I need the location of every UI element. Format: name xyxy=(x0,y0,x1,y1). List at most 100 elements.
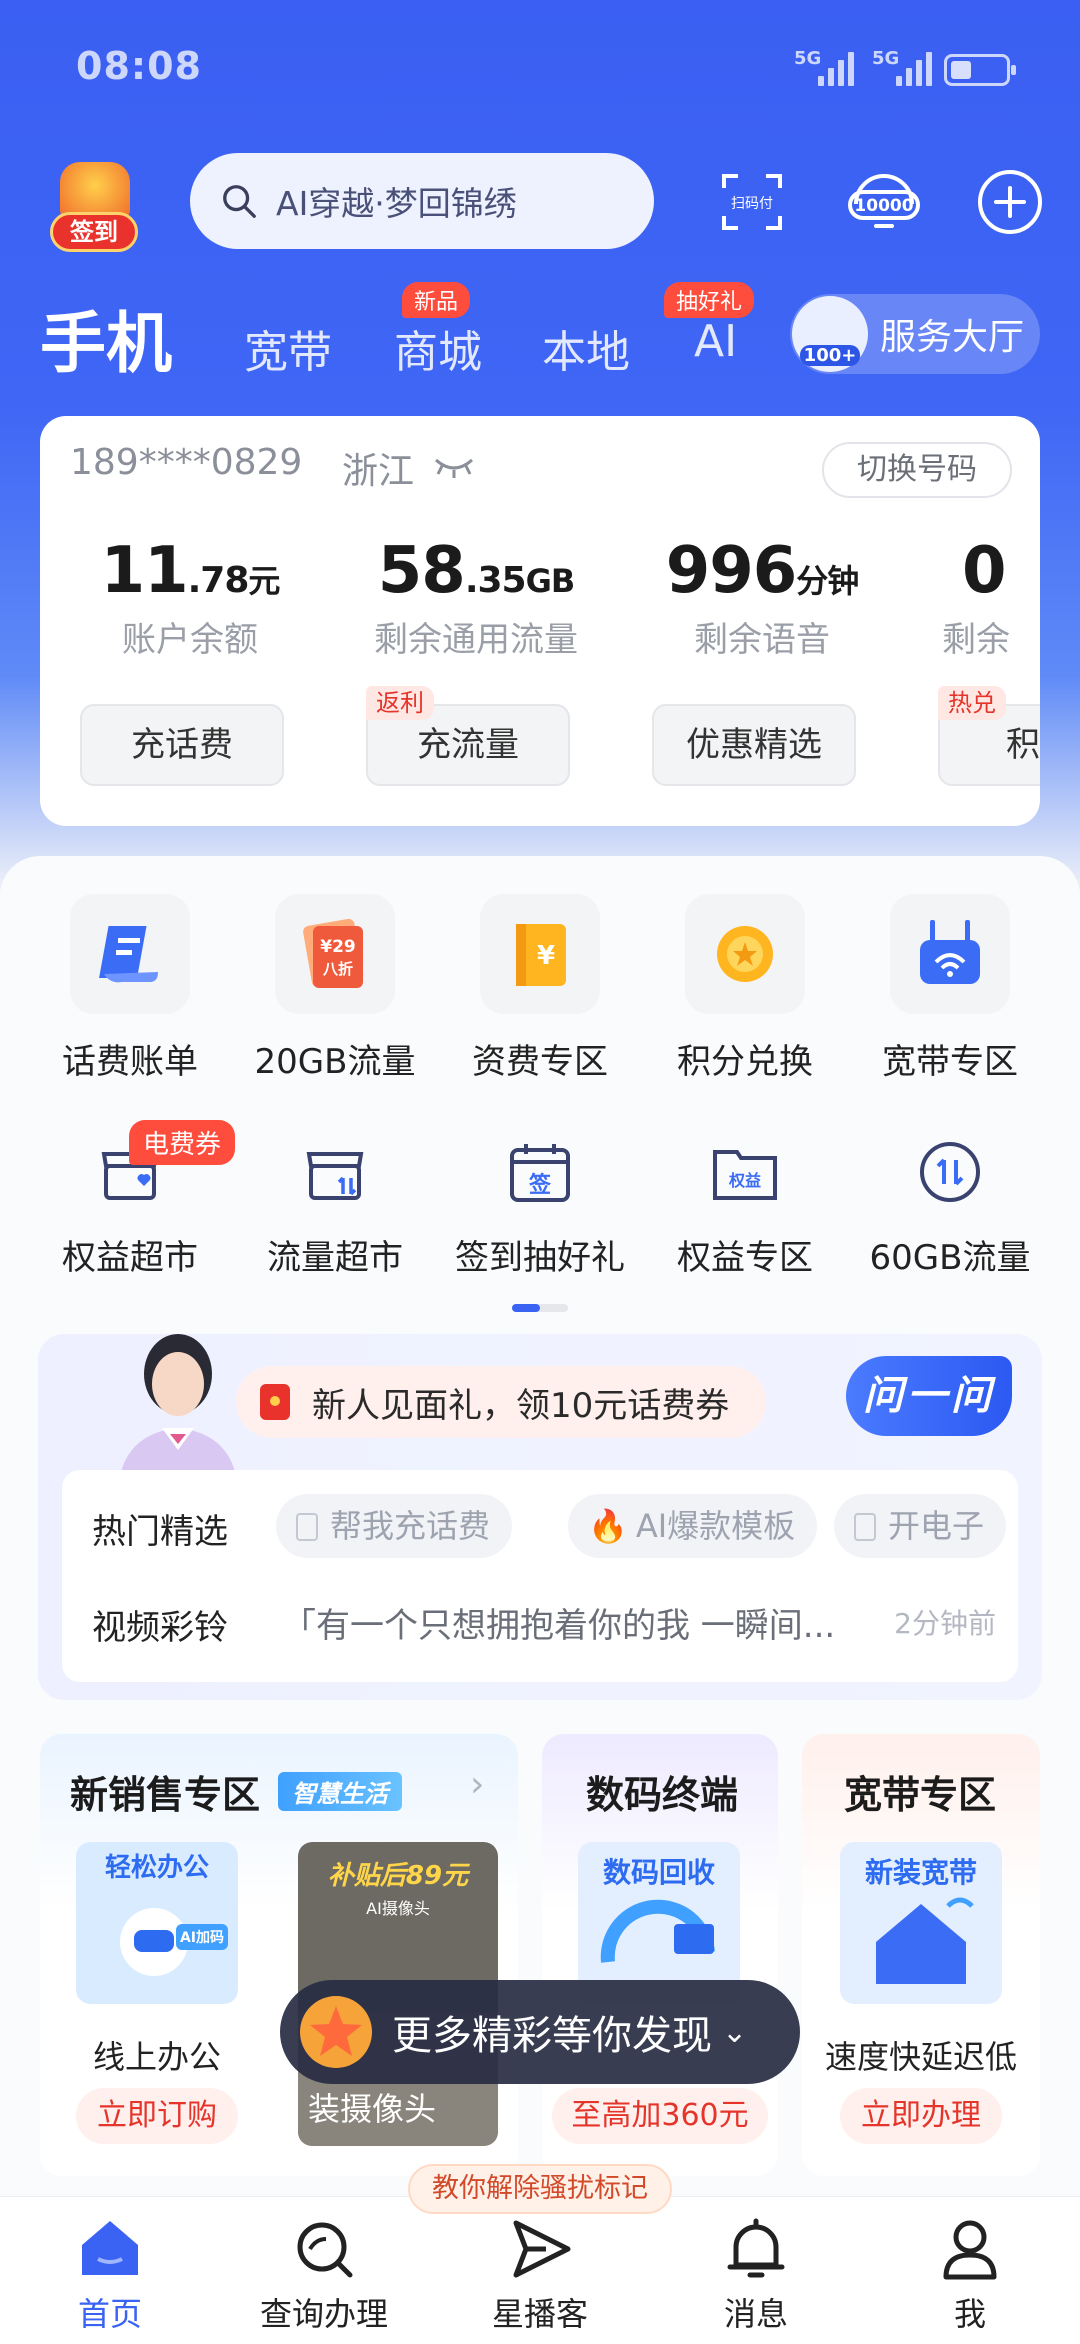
red-envelope-icon xyxy=(260,1384,290,1420)
grid-60gb[interactable]: 60GB流量 xyxy=(845,1136,1055,1279)
flow-arrows-icon xyxy=(920,1142,980,1202)
points-button[interactable]: 热兑积分 xyxy=(938,686,1040,786)
subscribe-button[interactable]: 立即订购 xyxy=(76,2088,238,2144)
ai-assistant-card: 新人见面礼，领10元话费券 问一问 热门精选 帮我充话费 🔥 AI爆款模板 开电子… xyxy=(38,1334,1042,1700)
hot-picks-label: 热门精选 xyxy=(92,1512,228,1552)
grid-bill[interactable]: 话费账单 xyxy=(25,894,235,1083)
svg-text:补贴后89元: 补贴后89元 xyxy=(328,1861,471,1891)
rights-market-badge: 电费券 xyxy=(129,1120,236,1165)
stat-data[interactable]: 58.35GB 剩余通用流量 xyxy=(346,534,606,661)
chevron-right-icon[interactable]: › xyxy=(470,1764,484,1805)
deals-button[interactable]: 优惠精选 xyxy=(652,704,856,786)
account-card: 189****0829 浙江 切换号码 11.78元 账户余额 58.35GB … xyxy=(40,416,1040,826)
tab-starcast[interactable]: 星播客 xyxy=(460,2215,620,2335)
apply-button[interactable]: 立即办理 xyxy=(840,2088,1002,2144)
svg-text:数码回收: 数码回收 xyxy=(603,1856,715,1889)
digital-zone[interactable]: 数码终端 数码回收 至高加360元 xyxy=(542,1734,778,2176)
tab-phone[interactable]: 手机 xyxy=(40,290,172,386)
ai-suggestions: 热门精选 帮我充话费 🔥 AI爆款模板 开电子 视频彩铃 「有一个只想拥抱着你的我… xyxy=(62,1470,1018,1682)
router-icon xyxy=(920,920,980,984)
svg-text:AI加码: AI加码 xyxy=(180,1930,224,1946)
battery-icon xyxy=(944,54,1016,86)
status-time: 08:08 xyxy=(76,44,202,88)
stat-balance[interactable]: 11.78元 账户余额 xyxy=(60,534,320,661)
svg-text:签: 签 xyxy=(528,1172,552,1198)
topup-data-button[interactable]: 返利 充流量 xyxy=(366,686,570,786)
headset-icon: 10000 xyxy=(848,174,920,228)
checkin-label: 签到 xyxy=(50,212,138,252)
grid-rights-market[interactable]: 权益超市 电费券 xyxy=(25,1120,236,1279)
harassment-tip[interactable]: 教你解除骚扰标记 xyxy=(408,2164,672,2214)
tab-me[interactable]: 我 xyxy=(890,2215,1050,2335)
tab-home[interactable]: 首页 xyxy=(30,2215,190,2335)
grid-points[interactable]: 积分兑换 xyxy=(640,894,850,1083)
province: 浙江 xyxy=(342,451,415,492)
tab-ai[interactable]: AI xyxy=(694,316,737,367)
grid-20gb[interactable]: ¥29 八折 20GB流量 xyxy=(230,894,440,1083)
status-bar: 08:08 5G 5G xyxy=(76,40,1016,100)
chip-ai-template[interactable]: 🔥 AI爆款模板 xyxy=(568,1494,818,1558)
ringtone-time: 2分钟前 xyxy=(894,1607,996,1640)
grid-sign-draw[interactable]: 签 签到抽好礼 xyxy=(435,1136,645,1279)
top-nav-tabs: 手机 宽带 商城 新品 本地 AI 抽好礼 100+ 服务大厅 xyxy=(0,280,1080,382)
svg-text:10000: 10000 xyxy=(854,196,913,216)
tab-local[interactable]: 本地 xyxy=(542,316,630,380)
search-bar[interactable]: AI穿越·梦回锦绣 xyxy=(190,153,654,249)
service-hall-icon: 100+ xyxy=(792,296,868,372)
digital-title: 数码终端 xyxy=(586,1773,739,1817)
new-sales-title: 新销售专区 xyxy=(70,1773,261,1817)
add-button[interactable] xyxy=(976,168,1044,236)
broadband-zone[interactable]: 宽带专区 新装宽带 速度快延迟低 立即办理 xyxy=(802,1734,1040,2176)
switch-number-button[interactable]: 切换号码 xyxy=(822,442,1012,498)
signal-1-icon xyxy=(818,50,854,86)
tab-query[interactable]: 查询办理 xyxy=(244,2215,404,2335)
service-hall-button[interactable]: 100+ 服务大厅 xyxy=(790,294,1040,374)
newcomer-promo[interactable]: 新人见面礼，领10元话费券 xyxy=(236,1366,766,1438)
top-bar: 签到 AI穿越·梦回锦绣 扫码付 10000 xyxy=(0,150,1080,260)
stat-remaining[interactable]: 0 剩余 xyxy=(918,534,1040,661)
discount-icon: ¥29 八折 xyxy=(303,918,364,988)
bottom-tab-bar: 首页 查询办理 星播客 消息 我 xyxy=(0,2196,1080,2344)
trade-in-button[interactable]: 至高加360元 xyxy=(552,2088,768,2144)
ringtone-lyric[interactable]: 「有一个只想拥抱着你的我 一瞬间... xyxy=(282,1598,835,1647)
tab-ai-badge: 抽好礼 xyxy=(664,282,755,318)
new-sales-zone[interactable]: 新销售专区 智慧生活 › 轻松办公 AI加码 线上办公 立即订购 补贴后89元 AI… xyxy=(40,1734,518,2176)
chip-open[interactable]: 开电子 xyxy=(834,1494,1007,1558)
chip-topup[interactable]: 帮我充话费 xyxy=(276,1494,513,1558)
grid-broadband[interactable]: 宽带专区 xyxy=(845,894,1055,1083)
paper-plane-icon xyxy=(513,2220,571,2278)
eye-closed-icon[interactable] xyxy=(432,452,476,480)
discover-more-banner[interactable]: 更多精彩等你发现 ⌄ xyxy=(280,1980,800,2084)
service-hall-label: 服务大厅 xyxy=(880,317,1025,358)
scan-pay-button[interactable]: 扫码付 xyxy=(718,168,786,236)
double-chevron-down-icon: ⌄ xyxy=(722,2014,748,2050)
star-icon xyxy=(300,1996,372,2068)
stat-voice[interactable]: 996分钟 剩余语音 xyxy=(632,534,892,661)
new-broadband-image: 新装宽带 xyxy=(840,1842,1002,2004)
store-flow-icon xyxy=(306,1152,364,1200)
bill-icon xyxy=(99,926,158,983)
ask-button[interactable]: 问一问 xyxy=(846,1356,1012,1436)
tab-messages[interactable]: 消息 xyxy=(676,2215,836,2335)
grid-flow-market[interactable]: 流量超市 xyxy=(230,1136,440,1279)
svg-text:¥: ¥ xyxy=(537,941,555,971)
plus-circle-icon xyxy=(978,170,1042,234)
search-query-icon xyxy=(297,2222,353,2278)
bell-icon xyxy=(727,2218,785,2278)
scan-icon: 扫码付 xyxy=(722,174,782,230)
svg-text:扫码付: 扫码付 xyxy=(731,196,773,212)
hotline-10000-button[interactable]: 10000 xyxy=(846,168,922,236)
rights-folder-icon: 权益 xyxy=(713,1150,777,1200)
grid-tariff[interactable]: ¥ 资费专区 xyxy=(435,894,645,1083)
smart-life-tag: 智慧生活 xyxy=(278,1772,402,1811)
topup-call-button[interactable]: 充话费 xyxy=(80,704,284,786)
tab-mall[interactable]: 商城 xyxy=(394,316,482,380)
assistant-avatar xyxy=(118,1334,238,1490)
grid-pager xyxy=(512,1304,568,1312)
svg-text:八折: 八折 xyxy=(322,960,353,978)
checkin-button[interactable]: 签到 xyxy=(46,162,142,254)
grid-rights-zone[interactable]: 权益 权益专区 xyxy=(640,1136,850,1279)
calendar-sign-icon: 签 xyxy=(510,1144,570,1202)
phone-number: 189****0829 xyxy=(70,442,303,483)
tab-broadband[interactable]: 宽带 xyxy=(244,316,332,380)
